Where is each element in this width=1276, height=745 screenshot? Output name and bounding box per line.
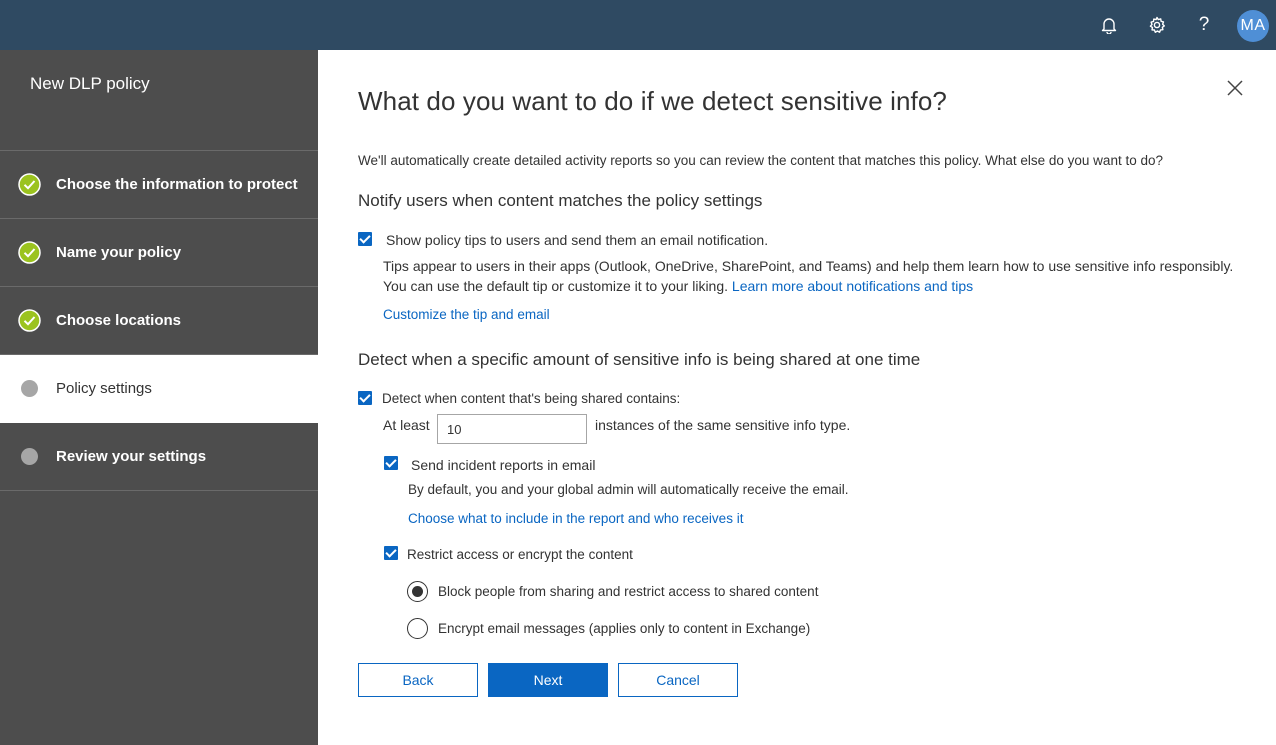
complete-check-icon <box>18 241 41 264</box>
back-button[interactable]: Back <box>358 663 478 697</box>
instances-input[interactable] <box>437 414 587 444</box>
avatar[interactable]: MA <box>1237 10 1269 42</box>
gear-icon[interactable] <box>1144 12 1170 38</box>
bell-icon[interactable] <box>1096 12 1122 38</box>
encrypt-email-label: Encrypt email messages (applies only to … <box>438 621 811 636</box>
step-policy-settings[interactable]: Policy settings <box>0 355 318 423</box>
restrict-access-label: Restrict access or encrypt the content <box>407 547 633 562</box>
policy-tips-checkbox[interactable] <box>358 232 372 246</box>
next-button-label: Next <box>533 672 563 688</box>
instances-suffix: instances of the same sensitive info typ… <box>595 417 851 433</box>
detect-content-label: Detect when content that's being shared … <box>382 391 681 406</box>
wizard-steps: Choose the information to protect Name y… <box>0 150 318 491</box>
step-name-policy[interactable]: Name your policy <box>0 219 318 287</box>
step-label: Name your policy <box>56 244 182 261</box>
step-label: Review your settings <box>56 448 207 465</box>
intro-text: We'll automatically create detailed acti… <box>358 153 1163 168</box>
step-label: Policy settings <box>56 380 152 397</box>
customize-tip-link[interactable]: Customize the tip and email <box>383 307 550 322</box>
notify-section-title: Notify users when content matches the po… <box>358 191 763 210</box>
incident-report-options-link[interactable]: Choose what to include in the report and… <box>408 511 743 526</box>
block-sharing-label: Block people from sharing and restrict a… <box>438 584 819 599</box>
policy-tips-description-text: You can use the default tip or customize… <box>383 278 729 294</box>
step-choose-locations[interactable]: Choose locations <box>0 287 318 355</box>
detect-section-title: Detect when a specific amount of sensiti… <box>358 350 921 369</box>
incident-reports-label: Send incident reports in email <box>411 457 596 473</box>
help-icon[interactable]: ? <box>1191 12 1217 38</box>
step-label: Choose locations <box>56 312 182 329</box>
cancel-button-label: Cancel <box>656 672 700 688</box>
back-button-label: Back <box>402 672 434 688</box>
incident-reports-checkbox[interactable] <box>384 456 398 470</box>
step-review-settings[interactable]: Review your settings <box>0 423 318 491</box>
top-bar: ? MA <box>0 0 1276 50</box>
next-button[interactable]: Next <box>488 663 608 697</box>
wizard-sidebar: New DLP policy Choose the information to… <box>0 50 318 745</box>
step-label: Choose the information to protect <box>56 176 298 193</box>
page-title: What do you want to do if we detect sens… <box>358 86 947 116</box>
at-least-label: At least <box>383 417 430 433</box>
avatar-initials: MA <box>1240 17 1266 34</box>
step-choose-information[interactable]: Choose the information to protect <box>0 151 318 219</box>
pending-dot-icon <box>18 377 41 400</box>
learn-more-link[interactable]: Learn more about notifications and tips <box>732 278 973 294</box>
policy-tips-description: Tips appear to users in their apps (Outl… <box>383 258 1234 274</box>
wizard-title: New DLP policy <box>30 74 150 93</box>
complete-check-icon <box>18 309 41 332</box>
restrict-access-checkbox[interactable] <box>384 546 398 560</box>
policy-tips-description-2: You can use the default tip or customize… <box>383 278 973 294</box>
policy-tips-label: Show policy tips to users and send them … <box>386 232 769 248</box>
incident-reports-description: By default, you and your global admin wi… <box>408 482 849 497</box>
cancel-button[interactable]: Cancel <box>618 663 738 697</box>
complete-check-icon <box>18 173 41 196</box>
encrypt-email-radio[interactable] <box>407 618 428 639</box>
pending-dot-icon <box>18 445 41 468</box>
close-icon[interactable] <box>1224 77 1246 99</box>
detect-content-checkbox[interactable] <box>358 391 372 405</box>
block-sharing-radio[interactable] <box>407 581 428 602</box>
help-icon-glyph: ? <box>1198 14 1210 35</box>
